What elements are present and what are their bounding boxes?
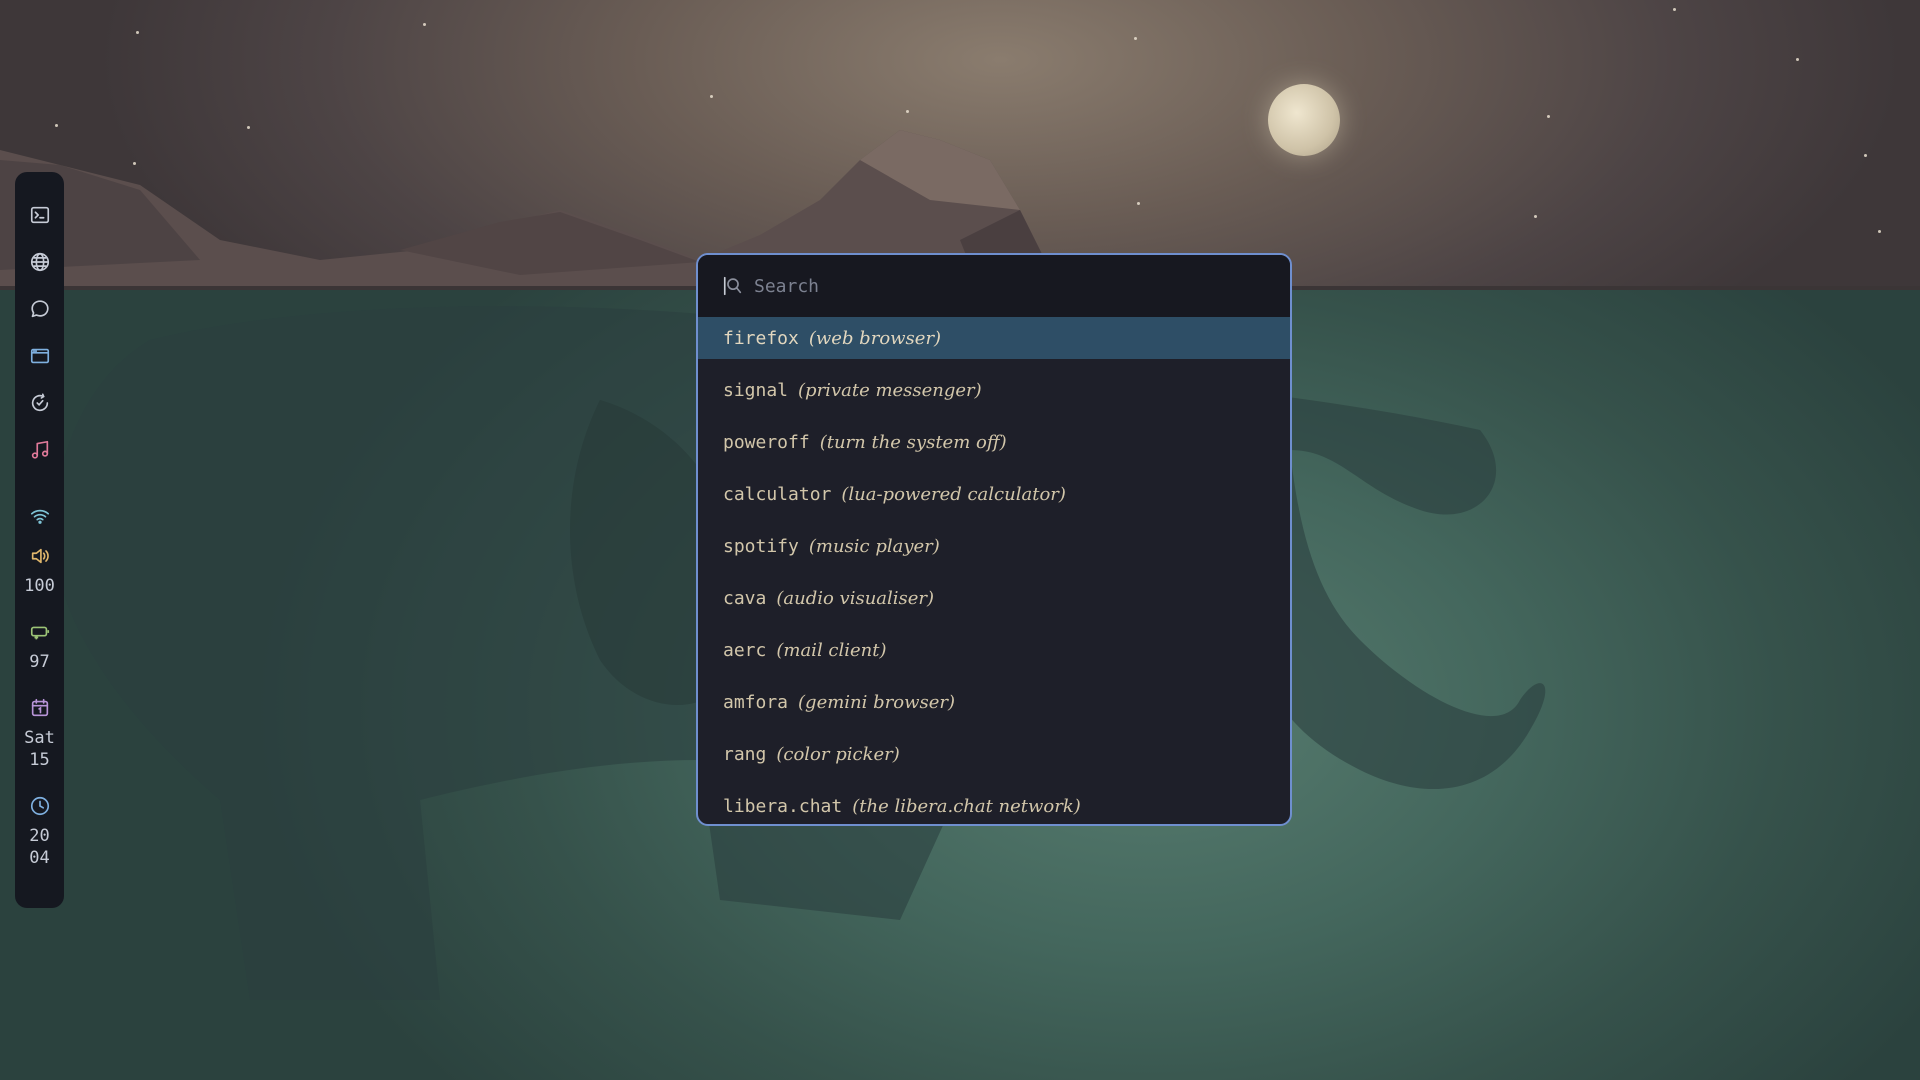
clock-minute: 04 — [29, 848, 50, 868]
side-bar: 100 97 Sat 15 20 04 — [15, 172, 64, 908]
result-description: (music player) — [808, 535, 940, 557]
star — [55, 124, 58, 127]
terminal-launcher[interactable] — [23, 198, 57, 232]
result-name: signal — [723, 379, 789, 401]
volume-icon — [31, 548, 49, 564]
result-item-firefox[interactable]: firefox (web browser) — [698, 317, 1290, 359]
star — [1534, 215, 1537, 218]
star — [1137, 202, 1140, 205]
star — [906, 110, 909, 113]
music-launcher[interactable] — [23, 433, 57, 467]
calendar-day: Sat — [24, 728, 55, 748]
music-icon — [31, 440, 48, 459]
search-bar — [698, 255, 1290, 317]
result-description: (mail client) — [776, 639, 887, 661]
star — [136, 31, 139, 34]
result-item-rang[interactable]: rang (color picker) — [698, 728, 1290, 780]
result-description: (lua-powered calculator) — [841, 483, 1066, 505]
result-description: (gemini browser) — [798, 691, 956, 713]
refresh-icon — [31, 393, 48, 412]
result-name: calculator — [723, 483, 832, 505]
globe-icon — [30, 252, 49, 272]
wifi-status[interactable] — [23, 501, 57, 531]
star — [1796, 58, 1799, 61]
calendar-icon — [31, 698, 48, 717]
result-item-libera-chat[interactable]: libera.chat (the libera.chat network) — [698, 780, 1290, 824]
star — [1134, 37, 1137, 40]
clock-icon — [30, 796, 49, 816]
terminal-icon — [30, 206, 49, 224]
result-description: (color picker) — [776, 743, 900, 765]
result-item-spotify[interactable]: spotify (music player) — [698, 520, 1290, 572]
star — [710, 95, 713, 98]
star — [133, 162, 136, 165]
search-icon — [723, 276, 742, 296]
result-list: firefox (web browser) signal (private messe… — [698, 317, 1290, 824]
result-item-poweroff[interactable]: poweroff (turn the system off) — [698, 416, 1290, 468]
app-launcher: firefox (web browser) signal (private messe… — [696, 253, 1292, 826]
chat-launcher[interactable] — [23, 292, 57, 326]
window-icon — [30, 348, 49, 364]
star — [1673, 8, 1676, 11]
result-item-amfora[interactable]: amfora (gemini browser) — [698, 676, 1290, 728]
moon — [1268, 84, 1340, 156]
calendar-date: 15 — [29, 750, 50, 770]
wifi-icon — [30, 509, 49, 524]
result-name: rang — [723, 743, 767, 765]
result-name: poweroff — [723, 431, 810, 453]
volume-status[interactable] — [23, 541, 57, 571]
result-name: spotify — [723, 535, 799, 557]
search-input[interactable] — [752, 274, 1256, 298]
result-name: aerc — [723, 639, 767, 661]
result-item-calculator[interactable]: calculator (lua-powered calculator) — [698, 468, 1290, 520]
browser-launcher[interactable] — [23, 245, 57, 279]
star — [1547, 115, 1550, 118]
result-description: (private messenger) — [798, 379, 982, 401]
battery-level: 97 — [29, 652, 50, 672]
result-description: (audio visualiser) — [776, 587, 935, 609]
star — [1864, 154, 1867, 157]
battery-icon — [30, 626, 49, 640]
battery-status[interactable] — [23, 617, 57, 647]
result-item-signal[interactable]: signal (private messenger) — [698, 364, 1290, 416]
result-item-cava[interactable]: cava (audio visualiser) — [698, 572, 1290, 624]
clock-hour: 20 — [29, 826, 50, 846]
result-description: (the libera.chat network) — [852, 795, 1081, 817]
star — [423, 23, 426, 26]
chat-icon — [30, 300, 49, 318]
star — [247, 126, 250, 129]
result-name: amfora — [723, 691, 789, 713]
result-name: cava — [723, 587, 767, 609]
result-name: libera.chat — [723, 795, 843, 817]
window-launcher[interactable] — [23, 339, 57, 373]
star — [1878, 230, 1881, 233]
volume-level: 100 — [24, 576, 55, 596]
result-name: firefox — [723, 327, 799, 349]
result-description: (turn the system off) — [819, 431, 1007, 453]
refresh-launcher[interactable] — [23, 386, 57, 420]
result-description: (web browser) — [808, 327, 942, 349]
result-item-aerc[interactable]: aerc (mail client) — [698, 624, 1290, 676]
calendar-status[interactable] — [23, 693, 57, 723]
clock-status[interactable] — [23, 791, 57, 821]
